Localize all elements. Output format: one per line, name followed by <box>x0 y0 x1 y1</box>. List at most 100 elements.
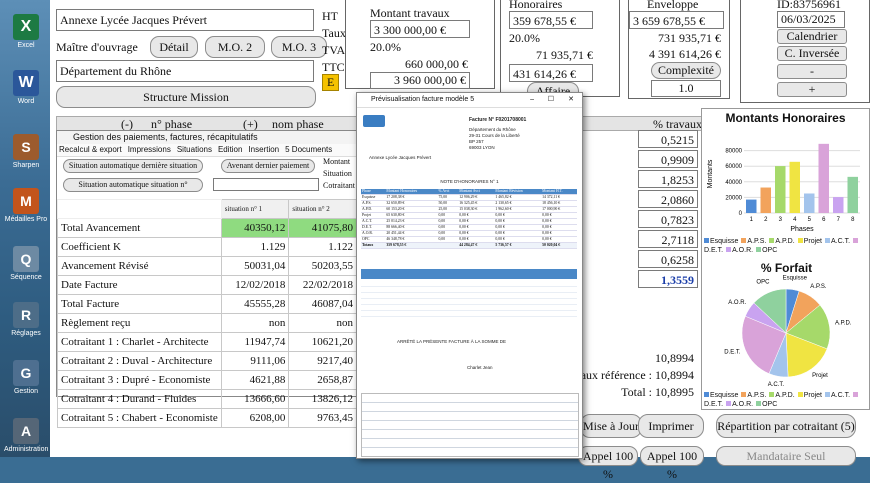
subform-menu: Recalcul & export Impressions Situations… <box>57 144 357 157</box>
menu-recalc[interactable]: Recalcul & export <box>59 144 122 156</box>
medal-icon[interactable]: M Médailles Pro <box>4 188 48 223</box>
fees-ttc-field: 431 614,26 € <box>509 64 593 82</box>
legend-item: A.C.T. <box>824 392 850 399</box>
pct-value[interactable]: 0,9909 <box>638 150 698 168</box>
owner-label: Maître d'ouvrage <box>56 40 138 54</box>
e-badge: E <box>322 74 340 91</box>
plus-button[interactable]: + <box>777 82 847 97</box>
works-amount-field[interactable]: 3 300 000,00 € <box>370 20 470 38</box>
addressee-block: Département du Rhône 29-31 Cours de la Li… <box>469 127 520 150</box>
complexity-field[interactable]: 1.0 <box>651 80 721 97</box>
menu-documents[interactable]: 5 Documents <box>285 144 332 156</box>
print-button[interactable]: Imprimer <box>638 414 704 438</box>
structure-mission-button[interactable]: Structure Mission <box>56 86 316 108</box>
date-field[interactable]: 06/03/2025 <box>777 11 845 28</box>
bar <box>804 193 815 213</box>
pie-label: A.O.R. <box>728 300 746 306</box>
situation-n-input[interactable] <box>213 178 319 191</box>
legend-item: A.O.R. <box>726 401 753 408</box>
subform-title: Gestion des paiements, factures, récapit… <box>57 131 357 144</box>
complexity-button[interactable]: Complexité <box>651 62 721 79</box>
sequence-icon[interactable]: Q Séquence <box>4 246 48 281</box>
fees-ht-field[interactable]: 359 678,55 € <box>509 11 593 29</box>
appel2-button[interactable]: Appel 100 % <box>640 446 704 481</box>
auto-last-button[interactable]: Situation automatique dernière situation <box>63 159 203 173</box>
pct-column: 0,5215 0,9909 1,8253 2,0860 0,7823 2,711… <box>638 130 698 288</box>
ht-label: HT <box>322 9 338 23</box>
before-last-button[interactable]: Avenant dernier paiement <box>221 159 315 173</box>
bar <box>818 143 829 213</box>
legend-item: Projet <box>797 238 822 245</box>
table-row: Total Avancement 40350,12 41075,80 <box>57 218 357 238</box>
calendar-button[interactable]: Calendrier <box>777 29 847 44</box>
detail-button[interactable]: Détail <box>150 36 198 58</box>
envelope-panel: Enveloppe 3 659 678,55 € 731 935,71 € 4 … <box>628 0 730 99</box>
excel-icon[interactable]: X Excel <box>4 14 48 49</box>
situations-table: situation n° 1 situation n° 2 Total Avan… <box>57 199 357 428</box>
split-cotraitant-button[interactable]: Répartition par cotraitant (5) <box>716 414 856 438</box>
pct-value[interactable]: 0,6258 <box>638 250 698 268</box>
preview-titlebar: Prévisualisation facture modèle 5 – ☐ ✕ <box>357 93 582 108</box>
project-name-field[interactable]: Annexe Lycée Jacques Prévert <box>56 9 314 31</box>
y-tick-label: 0 <box>739 211 743 217</box>
y-axis-label: Montants <box>707 159 714 188</box>
minimize-icon[interactable]: – <box>530 93 534 107</box>
manage-icon[interactable]: G Gestion <box>4 360 48 395</box>
menu-situations[interactable]: Situations <box>177 144 212 156</box>
works-rate: 20.0% <box>370 40 401 54</box>
table-row: Total Facture 45555,28 46087,04 <box>57 294 357 314</box>
x-tick-label: 5 <box>808 217 812 223</box>
legend-item: A.P.S. <box>741 392 766 399</box>
legend-item: Projet <box>797 392 822 399</box>
invoice-object: Annexe Lycée Jacques Prévert <box>369 155 432 160</box>
menu-insert[interactable]: Insertion <box>248 144 279 156</box>
settings-icon[interactable]: R Réglages <box>4 302 48 337</box>
word-icon[interactable]: W Word <box>4 70 48 105</box>
appel1-button[interactable]: Appel 100 % <box>578 446 638 481</box>
envelope-ht-field: 3 659 678,55 € <box>629 11 724 29</box>
meta-panel: ID:83756961 06/03/2025 Calendrier C. Inv… <box>740 0 870 103</box>
legend-item: A.O.R. <box>726 247 753 254</box>
invoice-signature: Charlet Jean <box>467 365 493 370</box>
mo3-button[interactable]: M.O. 3 <box>271 36 327 58</box>
maximize-icon[interactable]: ☐ <box>548 93 554 107</box>
y-tick-label: 20000 <box>725 195 742 201</box>
pie-label: Projet <box>812 373 828 379</box>
pct-value[interactable]: 2,0860 <box>638 190 698 208</box>
legend-item: OPC <box>756 401 777 408</box>
charts-panel: Montants Honoraires 0 20000 40000 60000 8000… <box>701 108 870 410</box>
mo2-button[interactable]: M.O. 2 <box>205 36 265 58</box>
auto-n-button[interactable]: Situation automatique situation n° <box>63 178 203 192</box>
bar <box>760 187 771 213</box>
total-coef: Total : 10,8995 <box>621 385 694 399</box>
owner-field[interactable]: Département du Rhône <box>56 60 314 82</box>
x-tick-label: 2 <box>764 217 768 223</box>
legend-item: Esquisse <box>704 392 738 399</box>
close-icon[interactable]: ✕ <box>568 93 574 107</box>
update-button[interactable]: Mise à Jour <box>580 414 642 438</box>
invoice-note: NOTE D'HONORAIRES N° 1 <box>440 179 499 184</box>
honoraires-bar-chart: 0 20000 40000 60000 80000 1 2 3 4 5 6 7 8 Montants Pha… <box>707 143 860 233</box>
pct-value[interactable]: 2,7118 <box>638 230 698 248</box>
x-tick-label: 8 <box>851 217 855 223</box>
admin-icon[interactable]: A Administration <box>4 418 48 453</box>
pct-total: 1,3559 <box>638 270 698 288</box>
pie-legend: Esquisse A.P.S. A.P.D. Projet A.C.T.D.E.T. A.… <box>704 391 869 409</box>
invoice-preview-window: Prévisualisation facture modèle 5 – ☐ ✕ … <box>356 92 583 459</box>
mandataire-button[interactable]: Mandataire Seul <box>716 446 856 466</box>
sharpen-icon[interactable]: S Sharpen <box>4 134 48 169</box>
pct-value[interactable]: 1,8253 <box>638 170 698 188</box>
pct-value[interactable]: 0,5215 <box>638 130 698 148</box>
inverse-button[interactable]: C. Inversée <box>777 46 847 61</box>
x-tick-label: 7 <box>837 217 841 223</box>
y-tick-label: 80000 <box>725 149 742 155</box>
side-label-cotraitant: Cotraitant <box>323 181 355 190</box>
pct-value[interactable]: 0,7823 <box>638 210 698 228</box>
legend-item: Esquisse <box>704 238 738 245</box>
menu-edition[interactable]: Edition <box>218 144 242 156</box>
minus-button[interactable]: - <box>777 64 847 79</box>
menu-print[interactable]: Impressions <box>128 144 171 156</box>
legend-item: A.P.D. <box>769 392 795 399</box>
legend-item: A.P.D. <box>769 238 795 245</box>
bar <box>775 166 786 213</box>
